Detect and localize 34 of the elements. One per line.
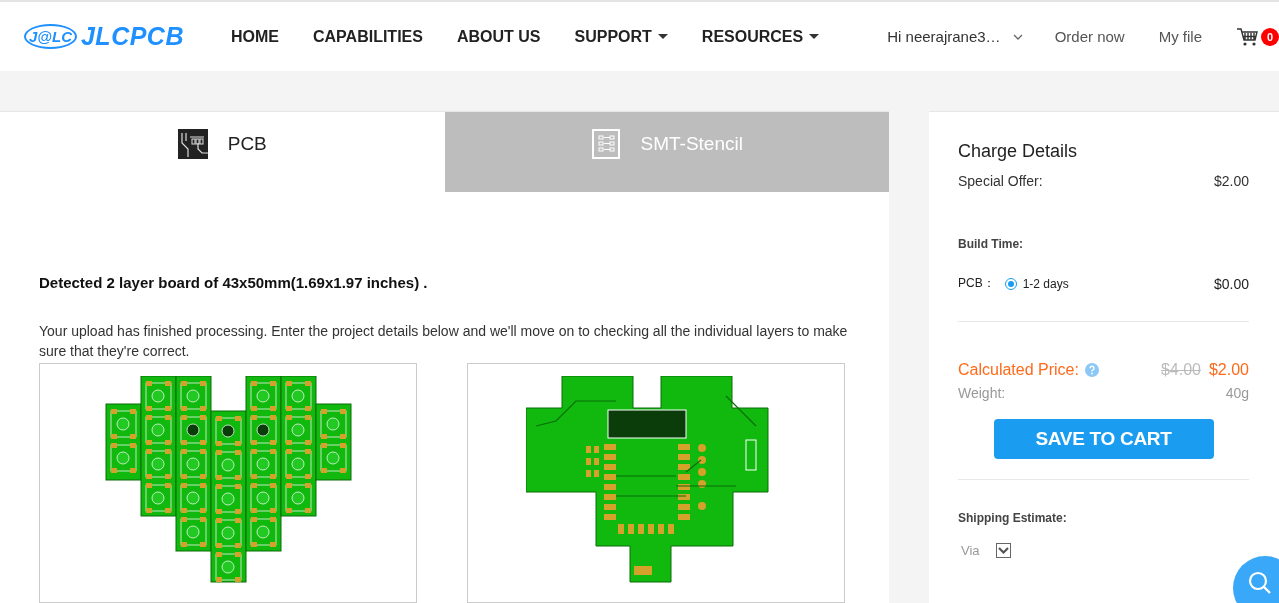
build-time-label: PCB： (958, 275, 995, 292)
chevron-down-icon (997, 547, 1009, 554)
build-time-heading: Build Time: (958, 237, 1025, 251)
cart-count: 0 (1261, 27, 1279, 46)
cart-icon[interactable] (1236, 26, 1258, 47)
special-offer-price: $2.00 (1213, 173, 1249, 189)
original-price: $4.00 (1160, 361, 1201, 378)
stencil-icon (590, 129, 621, 159)
panel-title: Charge Details (958, 141, 1079, 162)
nav-link[interactable]: SUPPORT (574, 27, 668, 46)
weight-label: Weight: (958, 385, 1006, 401)
discounted-price: $2.00 (1208, 361, 1249, 378)
user-menu[interactable]: Hi neerajrane3… (887, 28, 1001, 45)
nav-link[interactable]: ABOUT US (456, 27, 541, 46)
build-time-price: $0.00 (1213, 275, 1249, 292)
nav-link[interactable]: CAPABILITIES (313, 27, 423, 46)
shipping-method-dropdown[interactable] (995, 543, 1011, 558)
help-icon[interactable] (1084, 363, 1099, 377)
calculated-price-label: Calculated Price: (958, 361, 1079, 379)
logo-badge: J@LC (24, 24, 77, 49)
nav-link[interactable]: RESOURCES (701, 27, 820, 46)
circuit-board-icon (177, 129, 208, 159)
search-icon (1247, 570, 1273, 596)
header-link[interactable]: Order now (1054, 28, 1125, 45)
special-offer-label: Special Offer: (958, 173, 1043, 189)
weight-value: 40g (1225, 385, 1249, 401)
via-label: Via (961, 543, 980, 558)
chevron-down-icon (1012, 33, 1023, 40)
nav-link[interactable]: HOME (231, 27, 279, 46)
build-time-option: 1-2 days (1022, 276, 1069, 291)
header-link[interactable]: My file (1158, 28, 1202, 45)
board-detection-text: Detected 2 layer board of 43x50mm(1.69x1.97 inches) . (39, 274, 429, 291)
upload-status-text: Your upload has finished processing. Enter the project details below and we'll move on to checking all the individual layers to make sure that they're correct. (39, 322, 849, 361)
shipping-estimate-heading: Shipping Estimate: (958, 511, 1068, 525)
